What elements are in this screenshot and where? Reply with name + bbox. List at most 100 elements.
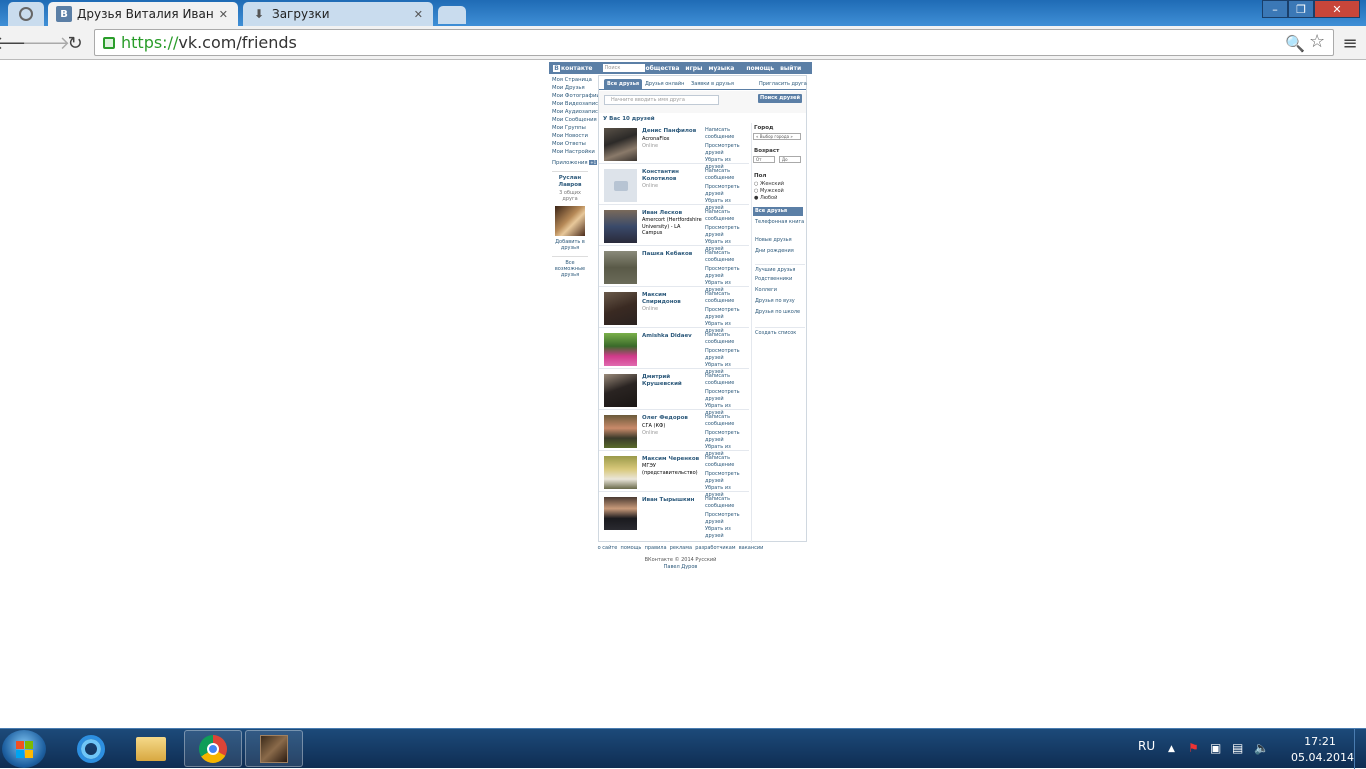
friend-name[interactable]: Олег Федоров	[642, 415, 704, 422]
write-message-link[interactable]: Написать сообщение	[705, 209, 749, 223]
friend-avatar[interactable]	[604, 415, 637, 448]
list-new-friends[interactable]: Новые друзья	[755, 237, 805, 244]
friend-avatar[interactable]	[604, 292, 637, 325]
forward-button[interactable]: 🡒	[22, 32, 70, 54]
close-tab-icon[interactable]: ✕	[414, 8, 423, 21]
nav-logout[interactable]: выйти	[780, 65, 801, 72]
age-to-select[interactable]: До	[779, 156, 801, 163]
friend-name[interactable]: Дмитрий Крушевский	[642, 374, 704, 388]
common-friend-photo[interactable]	[555, 206, 585, 236]
friend-name[interactable]: Пашка Кебаков	[642, 251, 704, 258]
view-friends-link[interactable]: Просмотреть друзей	[705, 512, 749, 526]
remove-friend-link[interactable]: Убрать из друзей	[705, 526, 749, 540]
view-friends-link[interactable]: Просмотреть друзей	[705, 143, 749, 157]
search-friends-button[interactable]: Поиск друзей	[758, 94, 802, 103]
menu-my-groups[interactable]: Мои Группы	[552, 124, 600, 132]
common-friend-name[interactable]: Руслан Лавров	[552, 171, 588, 189]
star-icon[interactable]: ☆	[1309, 31, 1325, 52]
friend-name[interactable]: Максим Спиридонов	[642, 292, 704, 306]
start-button[interactable]	[2, 730, 46, 768]
footer-jobs[interactable]: вакансии	[739, 545, 764, 551]
device-icon[interactable]: ▣	[1210, 741, 1221, 755]
friend-name[interactable]: Иван Лесков	[642, 210, 704, 217]
menu-my-settings[interactable]: Мои Настройки	[552, 148, 600, 156]
sex-any-radio[interactable]: ● Любой	[754, 195, 777, 201]
list-best-friends[interactable]: Лучшие друзья	[755, 264, 805, 274]
view-friends-link[interactable]: Просмотреть друзей	[705, 307, 749, 321]
tab-all-friends[interactable]: Все друзья	[604, 79, 643, 90]
chrome-menu-button[interactable]: ≡	[1339, 32, 1361, 54]
vk-search-input[interactable]: Поиск	[602, 64, 645, 72]
menu-my-answers[interactable]: Мои Ответы	[552, 140, 600, 148]
clock[interactable]: 17:21 05.04.2014	[1291, 734, 1354, 766]
list-all-friends[interactable]: Все друзья	[753, 207, 803, 216]
network-icon[interactable]: ▤	[1232, 741, 1243, 755]
zoom-icon[interactable]: 🔍	[1285, 34, 1305, 53]
action-center-icon[interactable]: ⚑	[1188, 741, 1199, 755]
friend-name[interactable]: Константин Колотилов	[642, 169, 704, 183]
list-school-friends[interactable]: Друзья по школе	[755, 309, 805, 316]
write-message-link[interactable]: Написать сообщение	[705, 414, 749, 428]
menu-my-messages[interactable]: Мои Сообщения	[552, 116, 600, 124]
list-colleagues[interactable]: Коллеги	[755, 287, 805, 294]
friend-avatar[interactable]	[604, 251, 637, 284]
tab-invite-friend[interactable]: Пригласить друга	[759, 80, 807, 89]
friend-avatar[interactable]	[604, 374, 637, 407]
write-message-link[interactable]: Написать сообщение	[705, 455, 749, 469]
write-message-link[interactable]: Написать сообщение	[705, 332, 749, 346]
friend-avatar[interactable]	[604, 456, 637, 489]
footer-help[interactable]: помощь	[621, 545, 642, 551]
friend-name[interactable]: Иван Тырышкин	[642, 497, 704, 504]
friend-avatar[interactable]	[604, 210, 637, 243]
write-message-link[interactable]: Написать сообщение	[705, 250, 749, 264]
sex-male-radio[interactable]: ○ Мужской	[754, 188, 784, 194]
write-message-link[interactable]: Написать сообщение	[705, 291, 749, 305]
language-indicator[interactable]: RU	[1138, 739, 1155, 753]
list-university-friends[interactable]: Друзья по вузу	[755, 298, 805, 305]
friend-name[interactable]: Денис Панфилов	[642, 128, 704, 135]
taskbar-chrome[interactable]	[184, 730, 242, 767]
view-friends-link[interactable]: Просмотреть друзей	[705, 471, 749, 485]
friend-avatar[interactable]	[604, 333, 637, 366]
nav-communities[interactable]: общества	[646, 65, 680, 72]
friend-name[interactable]: Amishka Didaev	[642, 333, 704, 340]
list-phone-book[interactable]: Телефонная книга	[755, 219, 805, 226]
view-friends-link[interactable]: Просмотреть друзей	[705, 389, 749, 403]
tab-downloads[interactable]: ⬇ Загрузки ✕	[243, 2, 433, 26]
city-select[interactable]: « Выбор города »	[753, 133, 801, 140]
menu-my-friends[interactable]: Мои Друзья	[552, 84, 600, 92]
nav-music[interactable]: музыка	[708, 65, 734, 72]
menu-my-news[interactable]: Мои Новости	[552, 132, 600, 140]
menu-apps[interactable]: Приложения +1	[552, 159, 600, 167]
footer-developers[interactable]: разработчикам	[695, 545, 735, 551]
chrome-menu-tab[interactable]	[8, 2, 44, 26]
minimize-button[interactable]: –	[1262, 0, 1288, 18]
write-message-link[interactable]: Написать сообщение	[705, 168, 749, 182]
menu-my-videos[interactable]: Мои Видеозаписи	[552, 100, 600, 108]
author-link[interactable]: Павел Дуров	[549, 564, 812, 571]
footer-ads[interactable]: реклама	[670, 545, 692, 551]
show-hidden-icons-icon[interactable]: ▲	[1168, 744, 1175, 754]
nav-games[interactable]: игры	[685, 65, 702, 72]
new-tab-button[interactable]	[438, 6, 466, 24]
age-from-select[interactable]: От	[753, 156, 775, 163]
maximize-button[interactable]: ❐	[1288, 0, 1314, 18]
volume-icon[interactable]: 🔈	[1254, 741, 1269, 755]
friend-filter-input[interactable]: Начните вводить имя друга	[604, 95, 719, 105]
menu-my-audio[interactable]: Мои Аудиозаписи	[552, 108, 600, 116]
list-relatives[interactable]: Родственники	[755, 276, 805, 283]
taskbar-ie[interactable]	[62, 730, 120, 767]
reload-button[interactable]: ↻	[64, 32, 86, 54]
tab-friend-requests[interactable]: Заявки в друзья	[691, 80, 734, 89]
menu-my-photos[interactable]: Мои Фотографии	[552, 92, 600, 100]
add-friend-link[interactable]: Добавить в друзья	[552, 239, 588, 251]
nav-help[interactable]: помощь	[746, 65, 774, 72]
write-message-link[interactable]: Написать сообщение	[705, 496, 749, 510]
address-bar[interactable]: https:// vk.com/friends 🔍 ☆	[94, 29, 1334, 56]
view-friends-link[interactable]: Просмотреть друзей	[705, 266, 749, 280]
list-birthdays[interactable]: Дни рождения	[755, 248, 805, 255]
friend-avatar[interactable]	[604, 497, 637, 530]
menu-my-page[interactable]: Моя Страница	[552, 76, 600, 84]
friend-name[interactable]: Максим Черенков	[642, 456, 704, 463]
friend-avatar[interactable]	[604, 169, 637, 202]
